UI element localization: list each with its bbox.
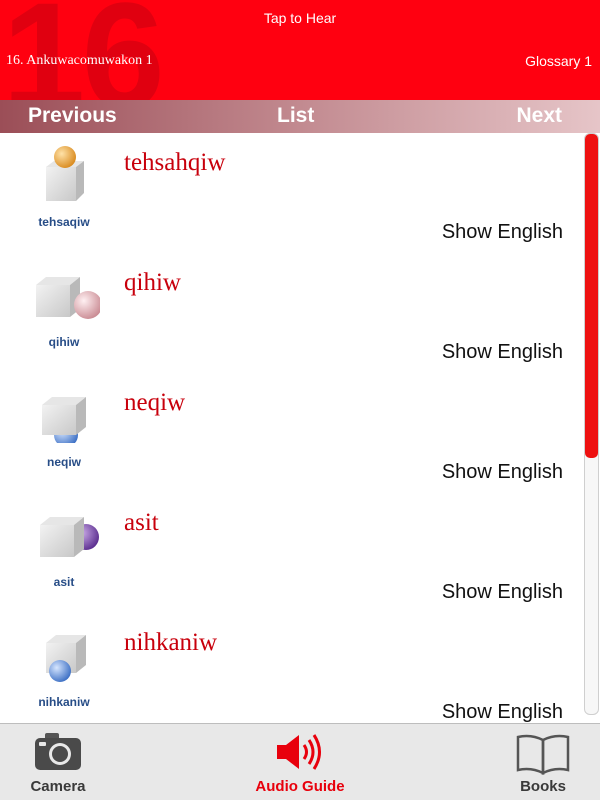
list-item[interactable]: qihiw qihiw Show English bbox=[0, 253, 580, 373]
word-label[interactable]: neqiw bbox=[124, 389, 185, 417]
list-item[interactable]: asit asit Show English bbox=[0, 493, 580, 613]
list-item[interactable]: neqiw neqiw Show English bbox=[0, 373, 580, 493]
tab-books[interactable]: Books bbox=[473, 724, 600, 800]
glossary-list[interactable]: tehsaqiw tehsahqiw Show English qihiw qi… bbox=[0, 133, 600, 723]
ball-in-front-of-cube-icon[interactable] bbox=[30, 623, 100, 683]
ball-under-cube-icon[interactable] bbox=[30, 383, 100, 443]
header-bar: 16 Tap to Hear 16. Ankuwacomuwakon 1 Glo… bbox=[0, 0, 600, 100]
camera-icon bbox=[35, 733, 81, 770]
tap-to-hear-button[interactable]: Tap to Hear bbox=[0, 10, 600, 26]
tab-camera[interactable]: Camera bbox=[0, 724, 128, 800]
ball-behind-cube-icon[interactable] bbox=[30, 503, 100, 563]
list-button[interactable]: List bbox=[277, 104, 314, 128]
glossary-label: Glossary 1 bbox=[525, 53, 592, 69]
thumb-label: tehsaqiw bbox=[38, 215, 90, 229]
thumb-label: asit bbox=[53, 575, 75, 589]
show-english-button[interactable]: Show English bbox=[442, 341, 563, 364]
tab-label: Camera bbox=[30, 778, 86, 795]
open-book-icon bbox=[516, 734, 570, 776]
tab-label: Audio Guide bbox=[255, 778, 345, 795]
thumb-label: neqiw bbox=[46, 455, 81, 469]
next-button[interactable]: Next bbox=[516, 104, 562, 128]
scrollbar[interactable] bbox=[584, 133, 599, 715]
thumb-label: qihiw bbox=[48, 335, 80, 349]
ball-on-cube-icon[interactable] bbox=[30, 143, 100, 203]
show-english-button[interactable]: Show English bbox=[442, 221, 563, 244]
show-english-button[interactable]: Show English bbox=[442, 461, 563, 484]
word-label[interactable]: nihkaniw bbox=[124, 629, 217, 657]
word-label[interactable]: asit bbox=[124, 509, 159, 537]
show-english-button[interactable]: Show English bbox=[442, 701, 563, 723]
list-item[interactable]: tehsaqiw tehsahqiw Show English bbox=[0, 133, 580, 253]
list-item[interactable]: nihkaniw nihkaniw Show English bbox=[0, 613, 580, 723]
word-label[interactable]: tehsahqiw bbox=[124, 149, 225, 177]
show-english-button[interactable]: Show English bbox=[442, 581, 563, 604]
thumb-label: nihkaniw bbox=[38, 695, 90, 709]
navigation-bar: Previous List Next bbox=[0, 100, 600, 133]
speaker-icon bbox=[277, 734, 321, 770]
lesson-title: 16. Ankuwacomuwakon 1 bbox=[6, 53, 153, 68]
tab-audio-guide[interactable]: Audio Guide bbox=[230, 724, 370, 800]
previous-button[interactable]: Previous bbox=[28, 104, 117, 128]
tab-label: Books bbox=[520, 778, 566, 795]
ball-beside-cube-icon[interactable] bbox=[30, 263, 100, 323]
tab-bar: Camera Audio Guide Books bbox=[0, 723, 600, 800]
word-label[interactable]: qihiw bbox=[124, 269, 181, 297]
scrollbar-thumb[interactable] bbox=[585, 134, 598, 458]
